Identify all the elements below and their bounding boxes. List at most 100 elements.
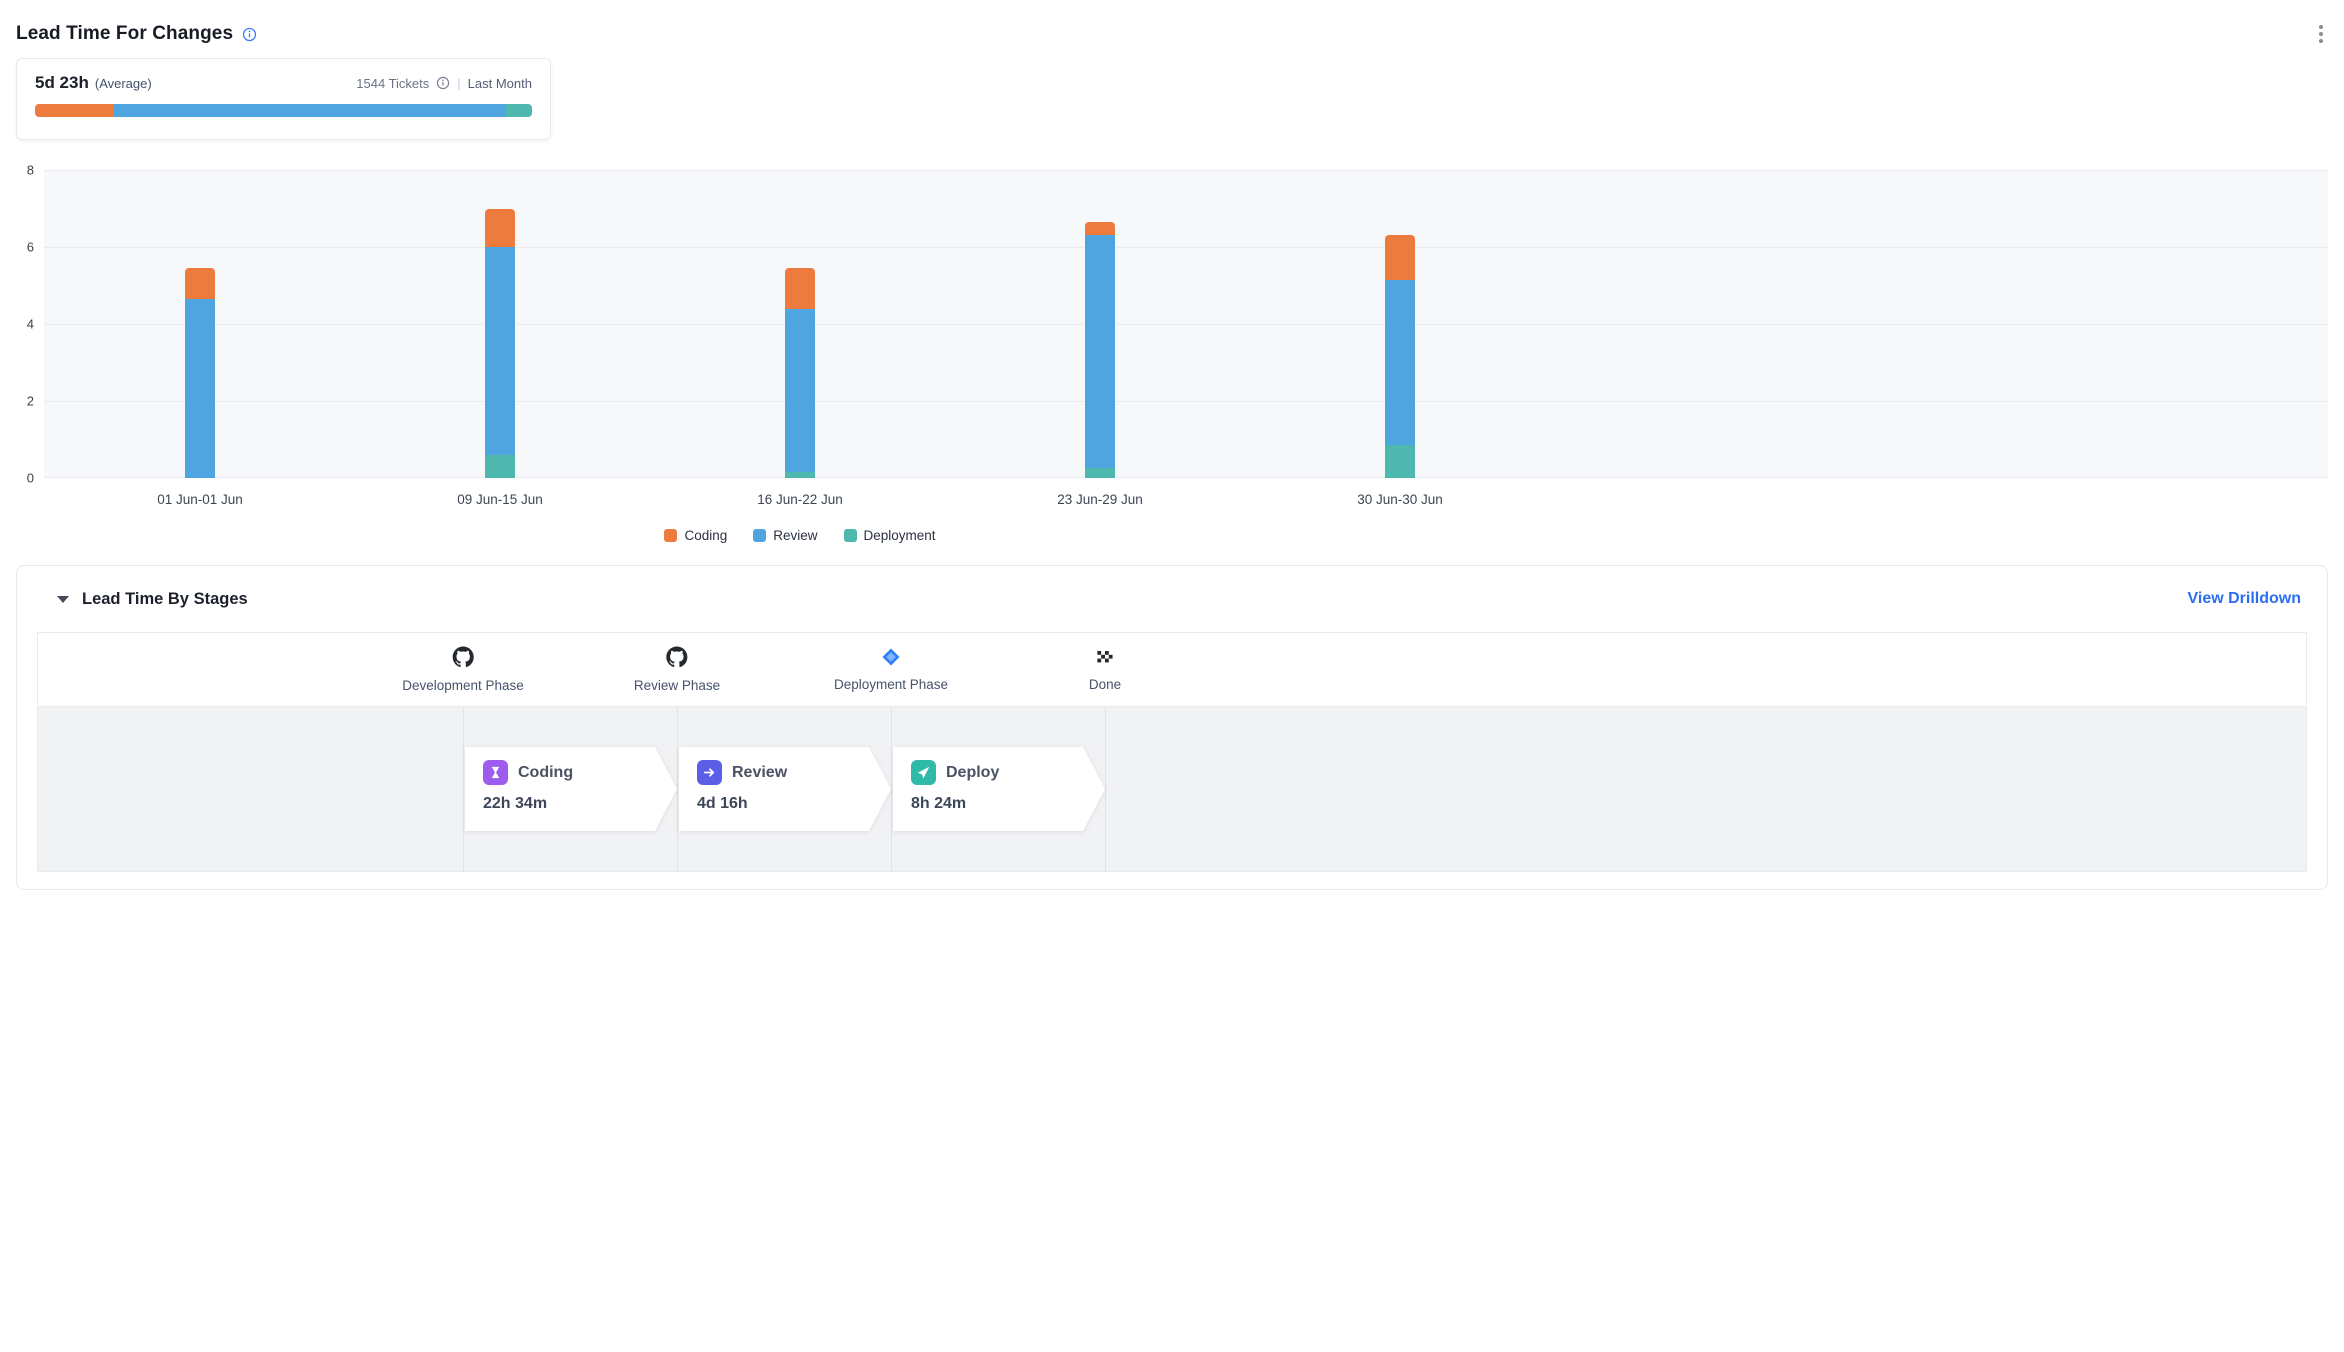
phase-label: Done (1089, 677, 1121, 692)
github-icon (666, 646, 688, 668)
x-axis-label: 16 Jun-22 Jun (690, 492, 910, 507)
bar-segment-coding[interactable] (185, 268, 215, 299)
view-drilldown-link[interactable]: View Drilldown (2188, 590, 2302, 608)
summary-segment-coding (35, 104, 114, 117)
lead-time-widget: Lead Time For Changes 5d 23h (Average) 1… (0, 0, 2344, 1352)
stage-card-line1: Deploy (911, 760, 1105, 785)
phase-label: Development Phase (402, 678, 524, 693)
phase-label: Deployment Phase (834, 677, 948, 692)
column-divider (1105, 707, 1106, 871)
x-axis-label: 23 Jun-29 Jun (990, 492, 1210, 507)
column-divider (463, 707, 464, 871)
arrow-icon (697, 760, 722, 785)
legend-item-deployment[interactable]: Deployment (844, 528, 936, 543)
tickets-info-icon[interactable] (436, 76, 450, 90)
legend-swatch-coding (664, 529, 677, 542)
summary-distribution-bar (35, 104, 532, 117)
y-axis-label: 4 (0, 317, 34, 332)
stages-table: Development Phase Review Phase Deployment … (37, 632, 2307, 872)
summary-row: 5d 23h (Average) 1544 Tickets | Last Mon… (35, 73, 532, 93)
hourglass-icon (483, 760, 508, 785)
stages-table-header: Development Phase Review Phase Deployment … (38, 633, 2306, 707)
bar-segment-coding[interactable] (1085, 222, 1115, 235)
legend-label: Coding (684, 528, 727, 543)
bar-segment-coding[interactable] (1385, 235, 1415, 279)
gridline (44, 247, 2328, 248)
legend-item-coding[interactable]: Coding (664, 528, 727, 543)
stage-card-line1: Coding (483, 760, 677, 785)
stage-card-coding[interactable]: Coding 22h 34m (465, 747, 677, 831)
period-label: Last Month (468, 76, 532, 91)
stage-card-line1: Review (697, 760, 891, 785)
legend-item-review[interactable]: Review (753, 528, 817, 543)
kebab-menu-icon[interactable] (2314, 20, 2328, 48)
stage-duration: 4d 16h (697, 795, 891, 813)
page-header: Lead Time For Changes (16, 18, 2328, 50)
phase-milestone-done: Done (1089, 646, 1121, 692)
stage-card-review[interactable]: Review 4d 16h (679, 747, 891, 831)
column-divider (891, 707, 892, 871)
tickets-count: 1544 Tickets (356, 76, 429, 91)
diamond-icon (881, 646, 901, 668)
stage-card-wrap: Review 4d 16h (679, 747, 891, 831)
bar-segment-deployment[interactable] (485, 455, 515, 478)
summary-card: 5d 23h (Average) 1544 Tickets | Last Mon… (16, 58, 551, 140)
gridline (44, 401, 2328, 402)
gridline (44, 324, 2328, 325)
bar-segment-review[interactable] (485, 247, 515, 455)
phase-milestone-development-phase: Development Phase (402, 646, 524, 693)
stage-card-wrap: Deploy 8h 24m (893, 747, 1105, 831)
gridline (44, 170, 2328, 171)
stage-card-deploy[interactable]: Deploy 8h 24m (893, 747, 1105, 831)
bar-segment-coding[interactable] (485, 209, 515, 248)
stages-table-body: Coding 22h 34m Review 4d 16h Deploy 8h 24m (38, 707, 2306, 871)
legend-label: Review (773, 528, 817, 543)
stage-duration: 8h 24m (911, 795, 1105, 813)
summary-segment-deployment (506, 104, 532, 117)
bar-segment-review[interactable] (1385, 280, 1415, 446)
legend-swatch-deployment (844, 529, 857, 542)
stage-card-wrap: Coding 22h 34m (465, 747, 677, 831)
x-axis-label: 09 Jun-15 Jun (390, 492, 610, 507)
github-icon (452, 646, 474, 668)
x-axis-label: 30 Jun-30 Jun (1290, 492, 1510, 507)
bar-segment-review[interactable] (185, 299, 215, 478)
x-axis-label: 01 Jun-01 Jun (90, 492, 310, 507)
y-axis-label: 2 (0, 394, 34, 409)
bar-segment-deployment[interactable] (1085, 468, 1115, 478)
phase-milestone-deployment-phase: Deployment Phase (834, 646, 948, 692)
y-axis-label: 6 (0, 240, 34, 255)
bar-segment-deployment[interactable] (1385, 445, 1415, 478)
y-axis-label: 8 (0, 163, 34, 178)
bar-segment-coding[interactable] (785, 268, 815, 308)
stage-name: Coding (518, 764, 573, 782)
stage-name: Deploy (946, 764, 999, 782)
chart-legend: Coding Review Deployment (44, 528, 1556, 543)
stages-panel-title: Lead Time By Stages (82, 590, 248, 609)
gridline (44, 477, 2328, 478)
chart-plot-area (44, 170, 2328, 478)
bar-segment-review[interactable] (1085, 235, 1115, 468)
rocket-icon (911, 760, 936, 785)
lead-time-by-stages-panel: Lead Time By Stages View Drilldown Devel… (16, 565, 2328, 890)
legend-label: Deployment (864, 528, 936, 543)
bar-segment-review[interactable] (785, 309, 815, 473)
checkered-flag-icon (1095, 646, 1115, 668)
separator: | (457, 76, 460, 91)
stages-panel-header: Lead Time By Stages View Drilldown (17, 566, 2327, 632)
stage-name: Review (732, 764, 787, 782)
summary-segment-review (114, 104, 507, 117)
bar-segment-deployment[interactable] (785, 472, 815, 478)
stage-duration: 22h 34m (483, 795, 677, 813)
y-axis-label: 0 (0, 471, 34, 486)
phase-milestone-review-phase: Review Phase (634, 646, 720, 693)
collapse-caret-icon[interactable] (57, 596, 69, 603)
column-divider (677, 707, 678, 871)
info-icon[interactable] (242, 27, 257, 42)
page-title: Lead Time For Changes (16, 23, 233, 45)
average-lead-time-value: 5d 23h (35, 73, 89, 93)
legend-swatch-review (753, 529, 766, 542)
lead-time-chart: 02468 01 Jun-01 Jun09 Jun-15 Jun16 Jun-2… (0, 170, 2344, 570)
phase-label: Review Phase (634, 678, 720, 693)
average-label: (Average) (95, 76, 152, 91)
